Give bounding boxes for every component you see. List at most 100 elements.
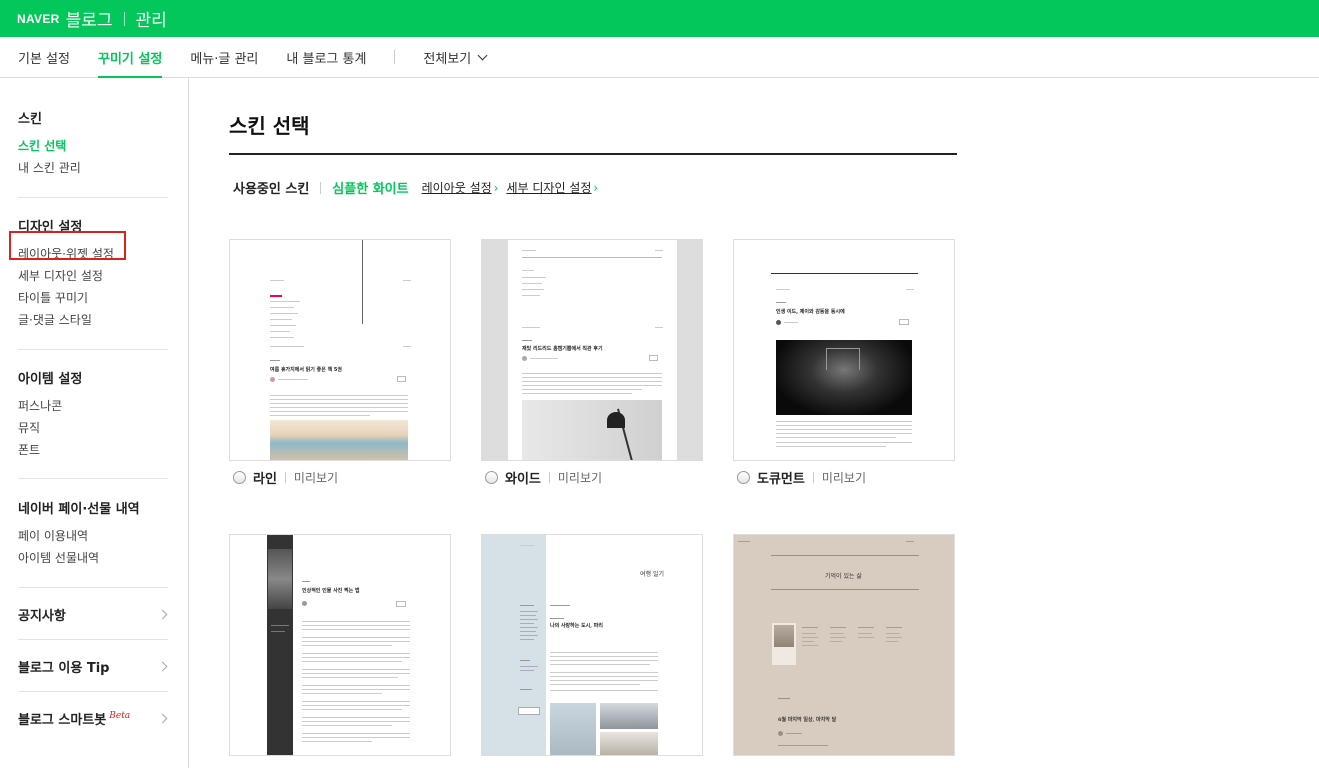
thumb-text-line xyxy=(270,325,296,326)
thumb-text-line xyxy=(520,635,538,636)
thumb-text-line xyxy=(886,633,900,634)
current-skin-name: 심플한 화이트 xyxy=(332,182,409,197)
skin-option-line: 라인 미리보기 xyxy=(233,468,338,487)
skin-radio-line[interactable] xyxy=(233,471,246,484)
tab-view-all[interactable]: 전체보기 xyxy=(423,37,488,77)
divider xyxy=(284,472,286,483)
divider xyxy=(18,197,168,198)
thumb-text-line xyxy=(302,645,392,646)
thumb-street-photo xyxy=(600,732,658,755)
thumb-text-line xyxy=(830,633,844,634)
thumb-text-line xyxy=(830,627,846,628)
thumb-text-line xyxy=(550,664,650,665)
thumb-text-line xyxy=(270,337,294,338)
thumb-post-title: 여름 휴가지에서 읽기 좋은 책 5권 xyxy=(270,367,342,373)
divider xyxy=(18,349,168,350)
preview-link-line[interactable]: 미리보기 xyxy=(294,469,338,486)
preview-link-document[interactable]: 미리보기 xyxy=(822,469,866,486)
sidebar-item-gift-history[interactable]: 아이템 선물내역 xyxy=(18,547,168,569)
thumb-text-line xyxy=(270,313,298,314)
thumb-text-line xyxy=(302,725,392,726)
skin-thumbnail-4[interactable]: 인상적인 인물 사진 찍는 법 xyxy=(229,534,451,756)
thumb-text-line xyxy=(550,605,570,606)
thumb-text-line xyxy=(520,623,534,624)
sidebar-item-smartbot[interactable]: 블로그 스마트봇 Beta xyxy=(18,708,170,728)
skin-radio-wide[interactable] xyxy=(485,471,498,484)
thumb-text-line xyxy=(778,698,790,699)
skin-radio-document[interactable] xyxy=(737,471,750,484)
sidebar-row-label: 블로그 스마트봇 Beta xyxy=(18,709,130,728)
naver-logo[interactable]: NAVER xyxy=(17,12,60,26)
sidebar-item-post-style[interactable]: 글·댓글 스타일 xyxy=(18,309,168,331)
tab-menu-post-manage[interactable]: 메뉴·글 관리 xyxy=(190,37,258,77)
tab-basic-settings[interactable]: 기본 설정 xyxy=(18,37,70,77)
thumb-side-panel xyxy=(482,535,546,755)
tab-decoration-settings[interactable]: 꾸미기 설정 xyxy=(97,37,163,78)
thumb-text-line xyxy=(302,629,410,630)
skin-thumbnail-6[interactable]: 기억이 있는 삶 6월 마지막 일상, 마지막 달 xyxy=(733,534,955,756)
sidebar-item-my-skin[interactable]: 내 스킨 관리 xyxy=(18,157,168,179)
thumb-text-line xyxy=(522,277,546,278)
thumb-text-line xyxy=(522,385,662,386)
thumb-text-line xyxy=(520,615,536,616)
thumb-text-line xyxy=(550,656,658,657)
skin-thumbnail-document[interactable]: 인생 이드, 제이와 감동을 동시에 xyxy=(733,239,955,461)
thumb-header-text: 여행 일기 xyxy=(640,571,664,578)
thumb-text-line xyxy=(302,625,410,626)
thumb-text-line xyxy=(270,403,408,404)
thumb-text-line xyxy=(738,541,750,542)
sidebar-row-label: 블로그 이용 Tip xyxy=(18,660,110,676)
skin-thumbnail-line[interactable]: 여름 휴가지에서 읽기 좋은 책 5권 xyxy=(229,239,451,461)
divider xyxy=(320,181,322,194)
main-content: 스킨 선택 사용중인 스킨 심플한 화이트 레이아웃 설정 세부 디자인 설정 … xyxy=(229,78,1319,768)
thumb-text-line xyxy=(302,705,410,706)
preview-link-wide[interactable]: 미리보기 xyxy=(558,469,602,486)
sidebar-item-blog-tip[interactable]: 블로그 이용 Tip xyxy=(18,656,170,676)
tab-label: 꾸미기 설정 xyxy=(97,51,163,67)
thumb-text-line xyxy=(776,421,912,422)
thumb-text-line xyxy=(550,680,658,681)
beta-badge: Beta xyxy=(109,710,131,721)
thumb-text-line xyxy=(655,327,663,328)
thumb-text-line xyxy=(520,689,532,690)
blog-link[interactable]: 블로그 xyxy=(66,6,113,31)
skin-thumbnail-5[interactable]: 여행 일기 나의 사랑하는 도시, 파리 xyxy=(481,534,703,756)
chevron-down-icon xyxy=(477,50,488,60)
sidebar-item-font[interactable]: 폰트 xyxy=(18,439,168,461)
thumb-text-line xyxy=(550,690,658,691)
smartbot-label: 블로그 스마트봇 xyxy=(18,712,107,728)
thumb-text-line xyxy=(302,709,402,710)
chevron-right-icon xyxy=(157,661,168,671)
sidebar-item-music[interactable]: 뮤직 xyxy=(18,417,168,439)
sidebar-item-detail-design[interactable]: 세부 디자인 설정 xyxy=(18,265,168,287)
layout-settings-link[interactable]: 레이아웃 설정 xyxy=(422,179,499,196)
thumb-header-text: 기억이 있는 삶 xyxy=(825,573,862,580)
tab-label: 전체보기 xyxy=(423,51,472,67)
thumb-text-line xyxy=(302,721,410,722)
thumb-text-line xyxy=(776,302,786,303)
detail-design-link[interactable]: 세부 디자인 설정 xyxy=(506,179,598,196)
thumb-text-line xyxy=(522,289,544,290)
sidebar-item-title-decoration[interactable]: 타이틀 꾸미기 xyxy=(18,287,168,309)
thumb-text-line xyxy=(520,619,538,620)
thumb-text-line xyxy=(550,672,658,673)
sidebar-item-notice[interactable]: 공지사항 xyxy=(18,604,170,624)
manage-title[interactable]: 관리 xyxy=(136,6,167,31)
tab-blog-stats[interactable]: 내 블로그 통계 xyxy=(286,37,366,77)
thumb-post-title: 6월 마지막 일상, 마지막 달 xyxy=(778,717,837,723)
sidebar-item-pay-history[interactable]: 페이 이용내역 xyxy=(18,525,168,547)
thumb-text-line xyxy=(530,358,558,359)
sidebar-item-personacon[interactable]: 퍼스나콘 xyxy=(18,395,168,417)
tab-bar: 기본 설정 꾸미기 설정 메뉴·글 관리 내 블로그 통계 전체보기 xyxy=(0,37,1319,78)
thumb-text-line xyxy=(550,684,640,685)
thumb-category-mark xyxy=(270,295,282,297)
thumb-text-line xyxy=(886,627,902,628)
thumb-text-line xyxy=(270,331,290,332)
thumb-button xyxy=(899,319,909,325)
thumb-text-line xyxy=(802,641,814,642)
skin-thumbnail-wide[interactable]: 재밌 리드리드 홈캠기쁨에서 직관 후기 xyxy=(481,239,703,461)
thumb-avatar xyxy=(776,320,781,325)
thumb-side-panel xyxy=(677,240,702,460)
thumb-post-title: 인생 이드, 제이와 감동을 동시에 xyxy=(776,309,845,315)
sidebar-item-skin-select[interactable]: 스킨 선택 xyxy=(18,135,168,157)
